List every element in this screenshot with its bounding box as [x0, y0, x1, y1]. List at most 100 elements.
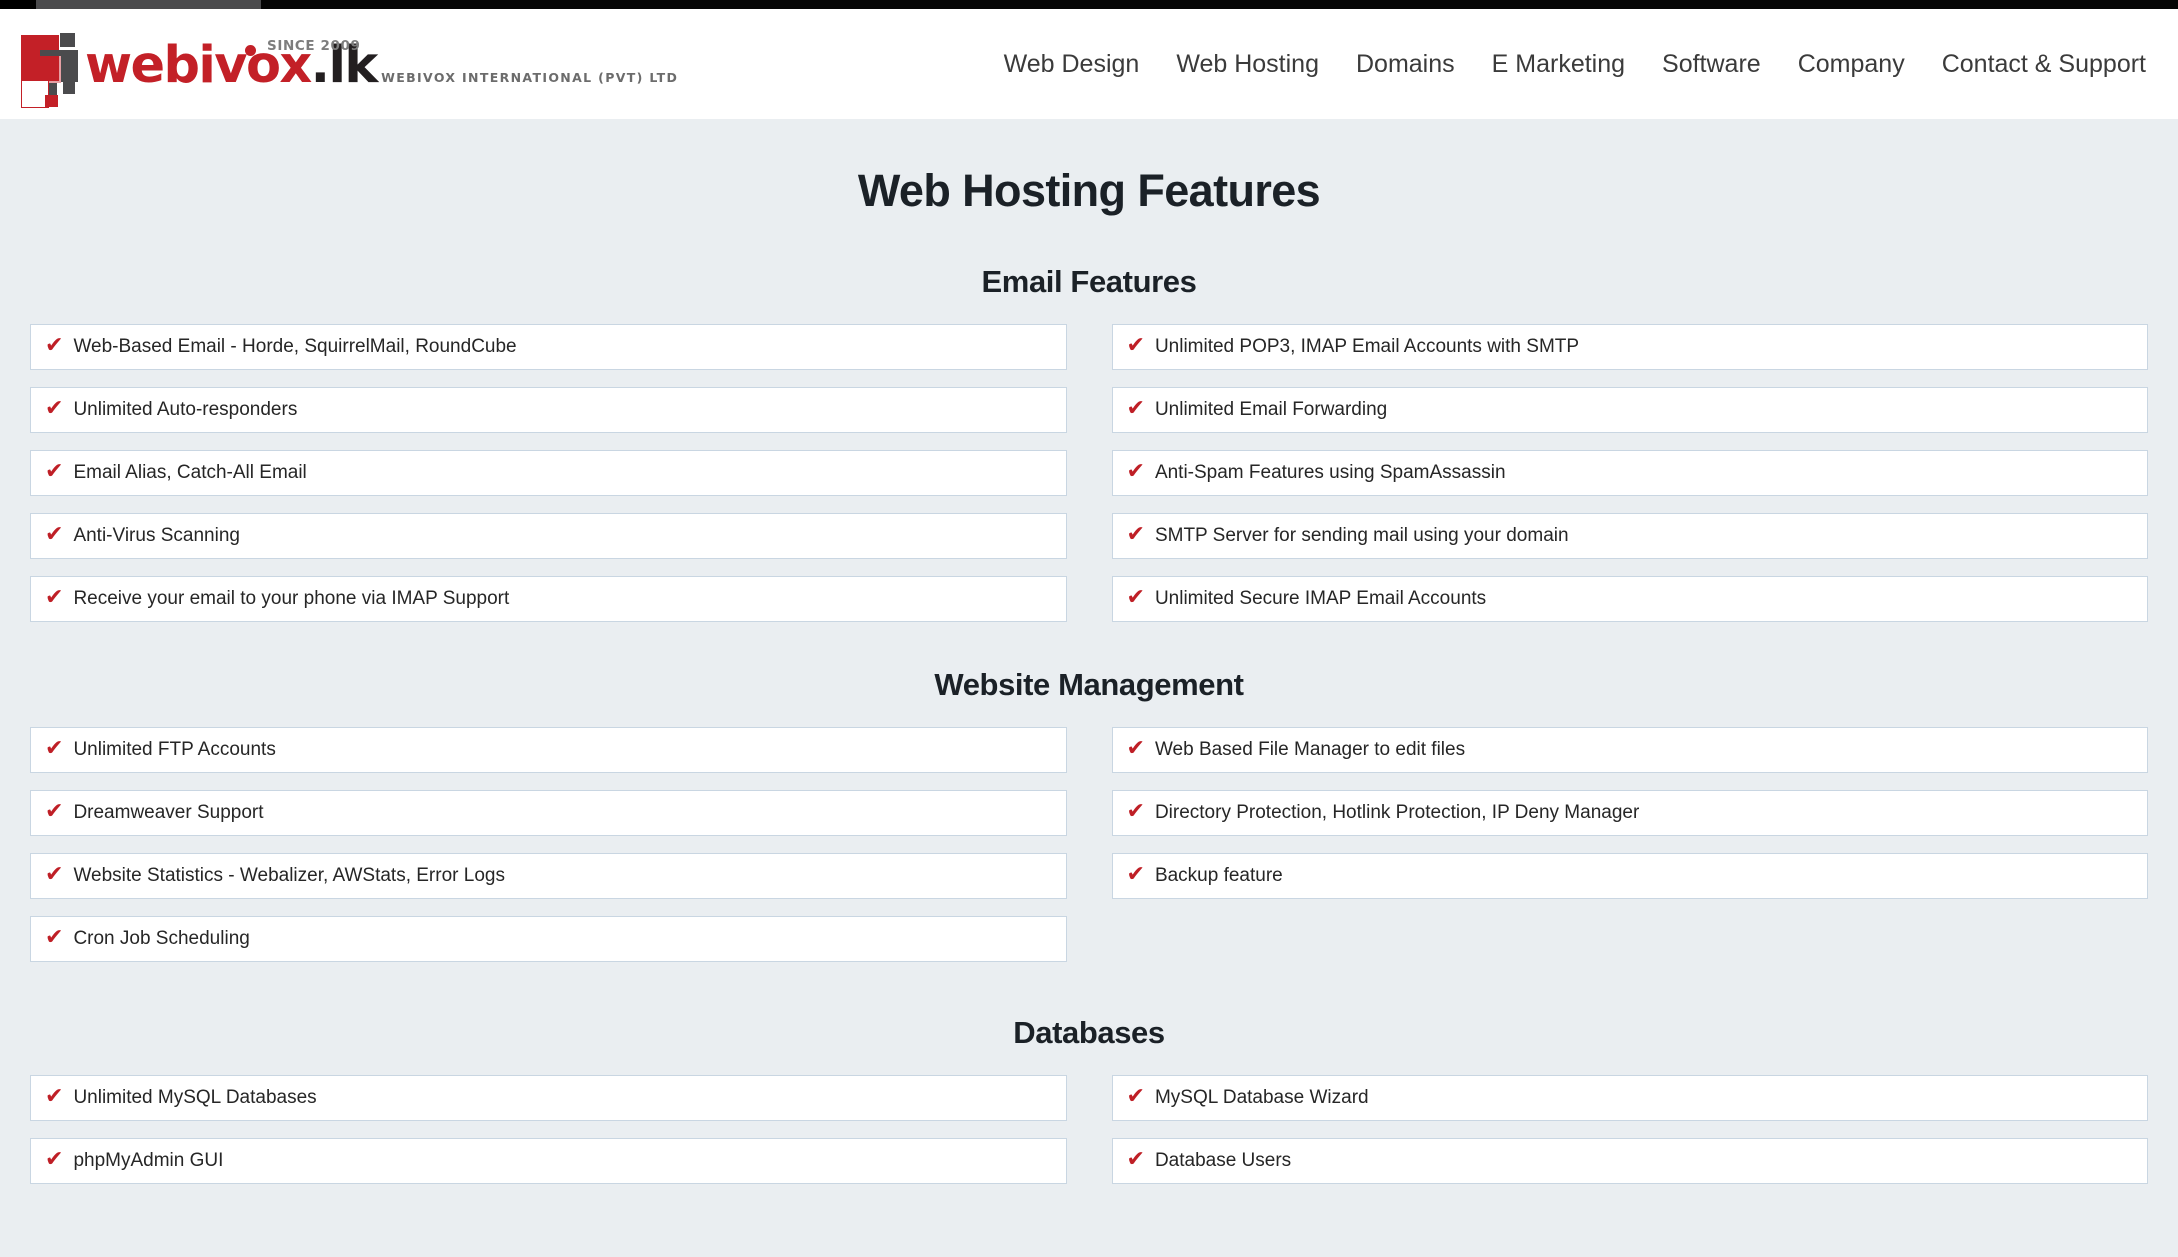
feature-column-right: ✔ MySQL Database Wizard ✔ Database Users [1111, 1075, 2148, 1201]
section-heading-website-management: Website Management [934, 667, 1244, 702]
feature-card: ✔ Unlimited MySQL Databases [30, 1075, 1067, 1121]
feature-label: Database Users [1154, 1150, 1292, 1171]
feature-label: Web Based File Manager to edit files [1154, 739, 1466, 760]
feature-label: Email Alias, Catch-All Email [73, 462, 307, 483]
check-icon: ✔ [45, 925, 64, 950]
feature-card: ✔ Database Users [1111, 1138, 2148, 1184]
feature-card: ✔ Unlimited Email Forwarding [1111, 387, 2148, 433]
logo-square-gray-tiny [63, 82, 75, 94]
check-icon: ✔ [1126, 396, 1145, 421]
feature-label: Directory Protection, Hotlink Protection… [1154, 802, 1640, 823]
feature-label: Cron Job Scheduling [73, 928, 250, 949]
feature-label: Unlimited Secure IMAP Email Accounts [1154, 588, 1487, 609]
logo-square-red-outline [21, 56, 61, 83]
section-databases: Databases ✔ Unlimited MySQL Databases ✔ … [30, 1015, 2148, 1201]
feature-grid-databases: ✔ Unlimited MySQL Databases ✔ phpMyAdmin… [30, 1075, 2148, 1201]
section-heading-databases: Databases [1013, 1015, 1165, 1050]
site-logo[interactable]: SINCE 2009 webivox.lk WEBIVOX INTERNATIO… [0, 28, 678, 108]
feature-label: Website Statistics - Webalizer, AWStats,… [73, 865, 505, 886]
feature-label: Anti-Spam Features using SpamAssassin [1154, 462, 1506, 483]
feature-label: phpMyAdmin GUI [73, 1150, 224, 1171]
feature-label: Unlimited MySQL Databases [73, 1087, 317, 1108]
feature-label: Receive your email to your phone via IMA… [73, 588, 510, 609]
nav-item-software[interactable]: Software [1662, 50, 1761, 79]
feature-card: ✔ Receive your email to your phone via I… [30, 576, 1067, 622]
feature-column-right: ✔ Web Based File Manager to edit files ✔… [1111, 727, 2148, 979]
nav-item-contact-support[interactable]: Contact & Support [1942, 50, 2146, 79]
feature-label: Unlimited POP3, IMAP Email Accounts with… [1154, 336, 1580, 357]
feature-card: ✔ Anti-Spam Features using SpamAssassin [1111, 450, 2148, 496]
main-content: Web Hosting Features Email Features ✔ We… [0, 165, 2178, 1201]
feature-card: ✔ Web Based File Manager to edit files [1111, 727, 2148, 773]
feature-card: ✔ SMTP Server for sending mail using you… [1111, 513, 2148, 559]
check-icon: ✔ [1126, 522, 1145, 547]
feature-label: Unlimited FTP Accounts [73, 739, 276, 760]
feature-label: Dreamweaver Support [73, 802, 264, 823]
feature-column-left: ✔ Web-Based Email - Horde, SquirrelMail,… [30, 324, 1067, 639]
feature-label: Unlimited Auto-responders [73, 399, 298, 420]
site-header: SINCE 2009 webivox.lk WEBIVOX INTERNATIO… [0, 9, 2178, 119]
chrome-left-edge [0, 0, 36, 9]
check-icon: ✔ [1126, 1147, 1145, 1172]
check-icon: ✔ [45, 862, 64, 887]
check-icon: ✔ [45, 799, 64, 824]
nav-item-web-design[interactable]: Web Design [1004, 50, 1140, 79]
feature-column-left: ✔ Unlimited MySQL Databases ✔ phpMyAdmin… [30, 1075, 1067, 1201]
section-email-features: Email Features ✔ Web-Based Email - Horde… [30, 264, 2148, 639]
chrome-remaining-bar [261, 0, 2178, 9]
logo-square-gray-small [60, 33, 75, 47]
feature-label: Web-Based Email - Horde, SquirrelMail, R… [73, 336, 517, 357]
logo-wordmark: SINCE 2009 webivox.lk WEBIVOX INTERNATIO… [85, 35, 678, 93]
feature-card: ✔ Directory Protection, Hotlink Protecti… [1111, 790, 2148, 836]
section-heading-email-features: Email Features [981, 264, 1197, 299]
feature-card: ✔ Cron Job Scheduling [30, 916, 1067, 962]
feature-card: ✔ Anti-Virus Scanning [30, 513, 1067, 559]
feature-card: ✔ Web-Based Email - Horde, SquirrelMail,… [30, 324, 1067, 370]
check-icon: ✔ [45, 585, 64, 610]
feature-label: Unlimited Email Forwarding [1154, 399, 1388, 420]
check-icon: ✔ [45, 736, 64, 761]
check-icon: ✔ [1126, 1084, 1145, 1109]
nav-item-web-hosting[interactable]: Web Hosting [1176, 50, 1319, 79]
check-icon: ✔ [1126, 333, 1145, 358]
feature-card: ✔ Unlimited Secure IMAP Email Accounts [1111, 576, 2148, 622]
feature-card: ✔ Email Alias, Catch-All Email [30, 450, 1067, 496]
page-title: Web Hosting Features [857, 165, 1321, 216]
webivox-logo-mark-icon [18, 28, 81, 108]
nav-item-company[interactable]: Company [1798, 50, 1905, 79]
feature-grid-website-management: ✔ Unlimited FTP Accounts ✔ Dreamweaver S… [30, 727, 2148, 979]
feature-label: Anti-Virus Scanning [73, 525, 240, 546]
check-icon: ✔ [45, 522, 64, 547]
logo-tagline: WEBIVOX INTERNATIONAL (PVT) LTD [381, 70, 679, 86]
feature-grid-email-features: ✔ Web-Based Email - Horde, SquirrelMail,… [30, 324, 2148, 639]
logo-since-text: SINCE 2009 [267, 38, 361, 55]
logo-square-red-small [45, 95, 58, 107]
check-icon: ✔ [1126, 862, 1145, 887]
check-icon: ✔ [45, 459, 64, 484]
check-icon: ✔ [1126, 585, 1145, 610]
feature-column-right: ✔ Unlimited POP3, IMAP Email Accounts wi… [1111, 324, 2148, 639]
feature-card: ✔ Website Statistics - Webalizer, AWStat… [30, 853, 1067, 899]
feature-card: ✔ Unlimited FTP Accounts [30, 727, 1067, 773]
nav-item-e-marketing[interactable]: E Marketing [1492, 50, 1625, 79]
check-icon: ✔ [45, 396, 64, 421]
feature-column-left: ✔ Unlimited FTP Accounts ✔ Dreamweaver S… [30, 727, 1067, 979]
chrome-active-tab[interactable] [36, 0, 261, 9]
check-icon: ✔ [1126, 799, 1145, 824]
section-website-management: Website Management ✔ Unlimited FTP Accou… [30, 667, 2148, 979]
main-navigation: Web Design Web Hosting Domains E Marketi… [1004, 50, 2178, 79]
feature-card: ✔ Dreamweaver Support [30, 790, 1067, 836]
browser-chrome-strip [0, 0, 2178, 9]
feature-card: ✔ Unlimited POP3, IMAP Email Accounts wi… [1111, 324, 2148, 370]
feature-label: MySQL Database Wizard [1154, 1087, 1369, 1108]
feature-label: Backup feature [1154, 865, 1283, 886]
feature-card: ✔ MySQL Database Wizard [1111, 1075, 2148, 1121]
check-icon: ✔ [1126, 736, 1145, 761]
nav-item-domains[interactable]: Domains [1356, 50, 1455, 79]
feature-card: ✔ Backup feature [1111, 853, 2148, 899]
feature-card: ✔ Unlimited Auto-responders [30, 387, 1067, 433]
check-icon: ✔ [45, 1084, 64, 1109]
feature-card: ✔ phpMyAdmin GUI [30, 1138, 1067, 1184]
